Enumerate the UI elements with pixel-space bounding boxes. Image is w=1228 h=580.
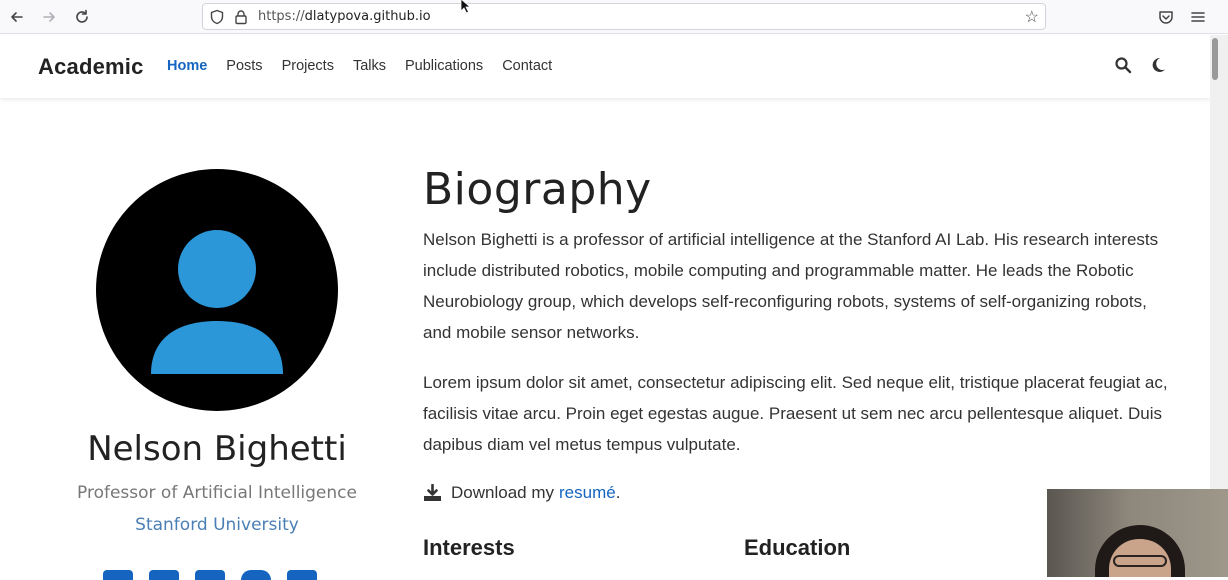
nav-item-home[interactable]: Home	[167, 58, 207, 74]
search-icon[interactable]	[1114, 56, 1132, 74]
avatar-head	[178, 230, 256, 308]
download-text: Download my	[451, 483, 554, 502]
nav-item-posts[interactable]: Posts	[226, 58, 262, 74]
hamburger-menu-icon[interactable]	[1189, 8, 1207, 26]
github-icon[interactable]	[241, 570, 271, 580]
download-resume: Download my resumé.	[423, 483, 620, 503]
nav-item-contact[interactable]: Contact	[502, 58, 552, 74]
linkedin-icon[interactable]	[287, 570, 317, 580]
resume-link[interactable]: resumé	[559, 483, 616, 503]
social-links	[103, 570, 317, 580]
browser-toolbar: https://dlatypova.github.io ☆	[0, 0, 1228, 34]
profile-organization-link[interactable]: Stanford University	[66, 515, 368, 535]
twitter-icon[interactable]	[149, 570, 179, 580]
url-text[interactable]: https://dlatypova.github.io	[258, 9, 431, 24]
reload-icon[interactable]	[72, 7, 92, 27]
nav-item-publications[interactable]: Publications	[405, 58, 483, 74]
scrollbar-thumb[interactable]	[1212, 38, 1218, 80]
interests-heading: Interests	[423, 535, 515, 560]
lock-icon[interactable]	[233, 9, 249, 25]
nav-item-talks[interactable]: Talks	[353, 58, 386, 74]
shield-icon[interactable]	[209, 9, 225, 25]
download-period: .	[615, 483, 621, 502]
nav-item-projects[interactable]: Projects	[282, 58, 334, 74]
webcam-overlay	[1047, 489, 1228, 577]
address-bar[interactable]: https://dlatypova.github.io ☆	[202, 3, 1046, 30]
dark-mode-moon-icon[interactable]	[1149, 56, 1167, 74]
biography-paragraph-2: Lorem ipsum dolor sit amet, consectetur …	[423, 373, 1168, 454]
education-heading: Education	[744, 535, 851, 560]
mouse-cursor-icon	[460, 0, 472, 14]
site-brand[interactable]: Academic	[38, 54, 144, 80]
url-host: dlatypova.github.io	[304, 9, 431, 24]
url-scheme: https://	[258, 9, 305, 24]
email-icon[interactable]	[103, 570, 133, 580]
bookmark-star-icon[interactable]: ☆	[1025, 7, 1039, 27]
profile-name: Nelson Bighetti	[87, 429, 347, 469]
back-arrow-icon[interactable]	[7, 7, 27, 27]
forward-arrow-icon[interactable]	[39, 7, 59, 27]
pocket-icon[interactable]	[1157, 8, 1175, 26]
webcam-person-glasses	[1113, 555, 1167, 567]
biography-paragraph-1: Nelson Bighetti is a professor of artifi…	[423, 230, 1159, 342]
scholar-icon[interactable]	[195, 570, 225, 580]
profile-role: Professor of Artificial Intelligence	[77, 483, 357, 503]
biography-heading: Biography	[423, 164, 652, 215]
avatar	[96, 169, 338, 411]
nav-menu: Home Posts Projects Talks Publications C…	[167, 58, 571, 74]
site-navbar: Academic Home Posts Projects Talks Publi…	[0, 35, 1210, 98]
download-icon	[424, 484, 441, 501]
